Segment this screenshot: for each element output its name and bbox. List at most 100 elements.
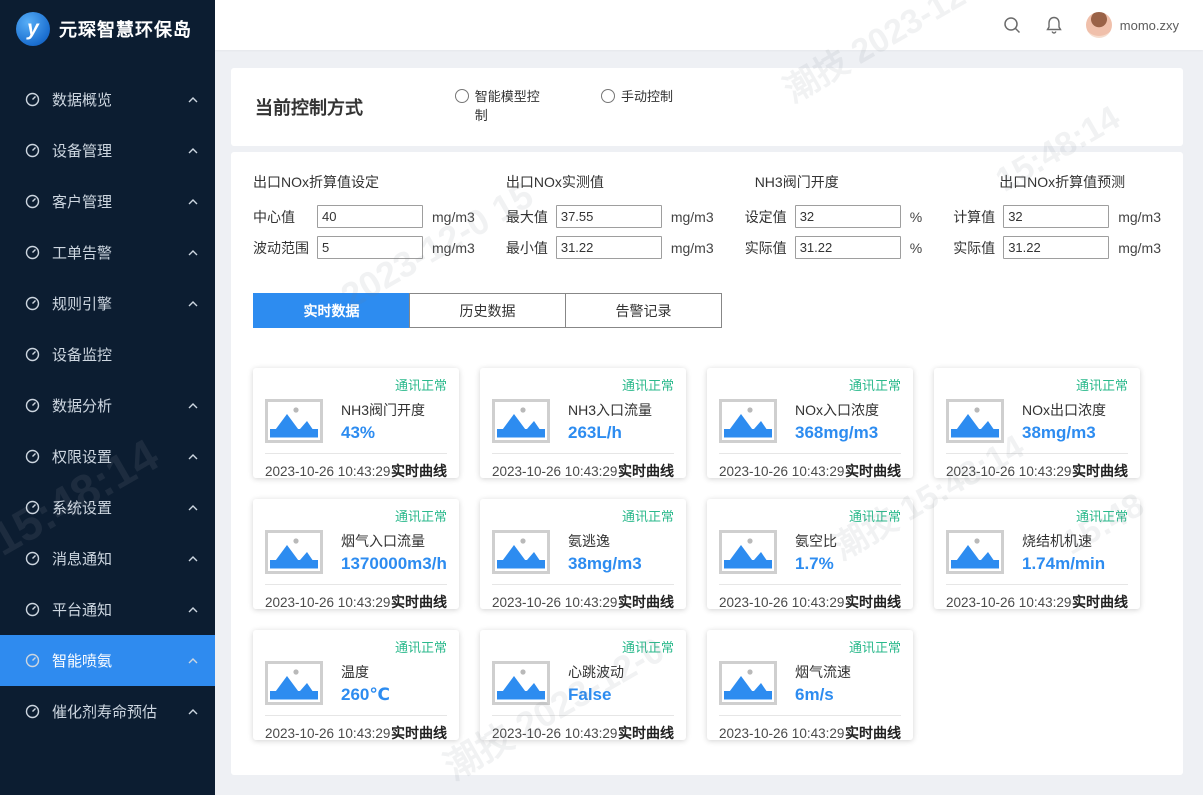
field-value-input[interactable] (317, 205, 423, 228)
realtime-curve-link[interactable]: 实时曲线 (391, 461, 447, 481)
field-value-input[interactable] (795, 205, 901, 228)
realtime-curve-link[interactable]: 实时曲线 (845, 723, 901, 743)
data-tab[interactable]: 告警记录 (565, 293, 722, 328)
field-label: 设定值 (745, 207, 795, 227)
card-body: 烟气流速 6m/s (719, 657, 901, 709)
sidebar-item[interactable]: 规则引擎 (0, 278, 215, 329)
realtime-curve-link[interactable]: 实时曲线 (845, 592, 901, 612)
field-value-input[interactable] (556, 205, 662, 228)
name-value-block: 烟气入口流量 1370000m3/h (341, 531, 447, 574)
field-value-input[interactable] (317, 236, 423, 259)
control-mode-radio[interactable] (455, 89, 469, 103)
chevron-up-icon (187, 706, 199, 718)
tab-bar: 实时数据历史数据告警记录 (253, 293, 1161, 328)
sidebar-item[interactable]: 平台通知 (0, 584, 215, 635)
sidebar-item[interactable]: 设备管理 (0, 125, 215, 176)
realtime-curve-link[interactable]: 实时曲线 (618, 723, 674, 743)
sidebar: y 元琛智慧环保岛 数据概览 设备管理 客户管理 工单告警 (0, 0, 215, 795)
param-group-title: 出口NOx折算值预测 (953, 172, 1161, 192)
field-value-input[interactable] (1003, 236, 1109, 259)
timestamp: 2023-10-26 10:43:29 (946, 464, 1071, 479)
sensor-value: 263L/h (568, 423, 652, 443)
image-placeholder-icon (265, 530, 323, 574)
card-footer: 2023-10-26 10:43:29 实时曲线 (719, 584, 901, 612)
realtime-curve-link[interactable]: 实时曲线 (391, 592, 447, 612)
sidebar-item[interactable]: 催化剂寿命预估 (0, 686, 215, 737)
sensor-name: 烟气流速 (795, 662, 851, 682)
field-value-input[interactable] (556, 236, 662, 259)
comm-status-badge: 通讯正常 (719, 506, 901, 525)
field-label: 实际值 (745, 238, 795, 258)
sidebar-item-label: 工单告警 (52, 242, 187, 263)
gauge-icon (25, 449, 40, 464)
sidebar-item[interactable]: 客户管理 (0, 176, 215, 227)
chevron-up-icon (187, 400, 199, 412)
param-group: 出口NOx折算值设定 中心值 mg/m3 波动范围 mg/m3 (253, 172, 475, 267)
chevron-up-icon (187, 604, 199, 616)
sensor-card: 通讯正常 烟气入口流量 1370000m3/h 2023-10-26 10:43… (253, 499, 459, 609)
search-icon[interactable] (1002, 15, 1022, 35)
sidebar-item[interactable]: 数据分析 (0, 380, 215, 431)
param-field-row: 波动范围 mg/m3 (253, 236, 475, 259)
image-placeholder-icon (719, 399, 777, 443)
field-unit: mg/m3 (1118, 209, 1161, 225)
comm-status-badge: 通讯正常 (265, 375, 447, 394)
chevron-up-icon (187, 298, 199, 310)
field-value-input[interactable] (795, 236, 901, 259)
control-mode-option[interactable]: 手动控制 (601, 88, 697, 126)
sidebar-item-label: 设备监控 (52, 344, 187, 365)
sidebar-item[interactable]: 权限设置 (0, 431, 215, 482)
name-value-block: NOx入口浓度 368mg/m3 (795, 400, 879, 443)
timestamp: 2023-10-26 10:43:29 (719, 595, 844, 610)
timestamp: 2023-10-26 10:43:29 (492, 726, 617, 741)
card-body: 烟气入口流量 1370000m3/h (265, 526, 447, 578)
comm-status-badge: 通讯正常 (719, 637, 901, 656)
data-tab[interactable]: 历史数据 (409, 293, 566, 328)
card-footer: 2023-10-26 10:43:29 实时曲线 (492, 584, 674, 612)
sidebar-item[interactable]: 消息通知 (0, 533, 215, 584)
comm-status-badge: 通讯正常 (946, 506, 1128, 525)
gauge-icon (25, 398, 40, 413)
control-mode-option[interactable]: 智能模型控制 (455, 88, 551, 126)
data-tab[interactable]: 实时数据 (253, 293, 410, 328)
image-placeholder-icon (265, 399, 323, 443)
control-mode-radio[interactable] (601, 89, 615, 103)
sensor-card: 通讯正常 NOx出口浓度 38mg/m3 2023-10-26 10:43:29… (934, 368, 1140, 478)
card-body: 烧结机机速 1.74m/min (946, 526, 1128, 578)
sidebar-item[interactable]: 工单告警 (0, 227, 215, 278)
timestamp: 2023-10-26 10:43:29 (265, 726, 390, 741)
card-footer: 2023-10-26 10:43:29 实时曲线 (265, 584, 447, 612)
field-label: 最大值 (506, 207, 556, 227)
avatar[interactable] (1086, 12, 1112, 38)
sidebar-item[interactable]: 智能喷氨 (0, 635, 215, 686)
realtime-curve-link[interactable]: 实时曲线 (1072, 461, 1128, 481)
sidebar-item[interactable]: 设备监控 (0, 329, 215, 380)
image-placeholder-icon (946, 399, 1004, 443)
comm-status-badge: 通讯正常 (492, 506, 674, 525)
sensor-card: 通讯正常 心跳波动 False 2023-10-26 10:43:29 实时曲线 (480, 630, 686, 740)
sidebar-item[interactable]: 系统设置 (0, 482, 215, 533)
field-unit: mg/m3 (432, 240, 475, 256)
notification-bell-icon[interactable] (1044, 15, 1064, 35)
realtime-curve-link[interactable]: 实时曲线 (391, 723, 447, 743)
chevron-up-icon (187, 94, 199, 106)
card-body: NOx出口浓度 38mg/m3 (946, 395, 1128, 447)
sidebar-item-label: 权限设置 (52, 446, 187, 467)
realtime-curve-link[interactable]: 实时曲线 (1072, 592, 1128, 612)
comm-status-badge: 通讯正常 (492, 637, 674, 656)
sensor-card: 通讯正常 烧结机机速 1.74m/min 2023-10-26 10:43:29… (934, 499, 1140, 609)
realtime-curve-link[interactable]: 实时曲线 (618, 461, 674, 481)
field-unit: % (910, 209, 922, 225)
field-value-input[interactable] (1003, 205, 1109, 228)
realtime-curve-link[interactable]: 实时曲线 (618, 592, 674, 612)
sidebar-menu: 数据概览 设备管理 客户管理 工单告警 规则引擎 (0, 74, 215, 737)
sensor-card: 通讯正常 NH3入口流量 263L/h 2023-10-26 10:43:29 … (480, 368, 686, 478)
user-menu[interactable]: momo.zxy (1086, 12, 1179, 38)
gauge-icon (25, 551, 40, 566)
sensor-card: 通讯正常 温度 260℃ 2023-10-26 10:43:29 实时曲线 (253, 630, 459, 740)
sensor-name: NH3入口流量 (568, 400, 652, 420)
realtime-curve-link[interactable]: 实时曲线 (845, 461, 901, 481)
sidebar-item-label: 数据分析 (52, 395, 187, 416)
sidebar-item[interactable]: 数据概览 (0, 74, 215, 125)
sensor-value: 1370000m3/h (341, 554, 447, 574)
